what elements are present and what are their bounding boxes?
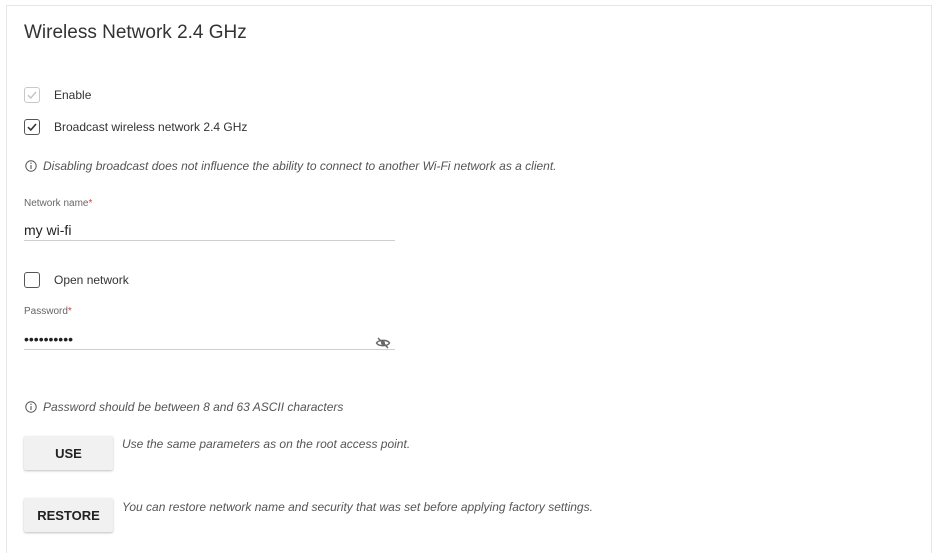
broadcast-row: Broadcast wireless network 2.4 GHz (24, 117, 247, 137)
password-info-text: Password should be between 8 and 63 ASCI… (43, 400, 344, 414)
checkmark-icon (27, 91, 37, 100)
eye-off-icon[interactable] (375, 335, 391, 351)
required-mark: * (67, 306, 72, 317)
wireless-settings-panel: Wireless Network 2.4 GHz Enable Broadcas… (6, 5, 932, 553)
info-icon (25, 160, 37, 172)
network-name-label: Network name* (24, 198, 93, 209)
info-icon (25, 401, 37, 413)
broadcast-label: Broadcast wireless network 2.4 GHz (54, 120, 248, 134)
enable-checkbox[interactable] (24, 87, 40, 103)
broadcast-info-text: Disabling broadcast does not influence t… (43, 159, 557, 173)
password-info: Password should be between 8 and 63 ASCI… (25, 400, 343, 414)
open-network-checkbox[interactable] (24, 272, 40, 288)
broadcast-checkbox[interactable] (24, 119, 40, 135)
broadcast-info: Disabling broadcast does not influence t… (25, 159, 557, 173)
section-title: Wireless Network 2.4 GHz (24, 22, 247, 43)
restore-button[interactable]: RESTORE (24, 498, 113, 532)
required-mark: * (88, 198, 93, 209)
open-network-row: Open network (24, 270, 129, 290)
password-label: Password* (24, 306, 72, 317)
use-description: Use the same parameters as on the root a… (122, 437, 411, 451)
enable-label: Enable (54, 88, 92, 102)
restore-description: You can restore network name and securit… (122, 500, 593, 514)
password-input[interactable] (24, 328, 395, 350)
open-network-label: Open network (54, 273, 129, 287)
network-name-input[interactable] (24, 219, 395, 241)
enable-row: Enable (24, 85, 91, 105)
use-button[interactable]: USE (24, 436, 113, 470)
checkmark-icon (27, 123, 37, 132)
